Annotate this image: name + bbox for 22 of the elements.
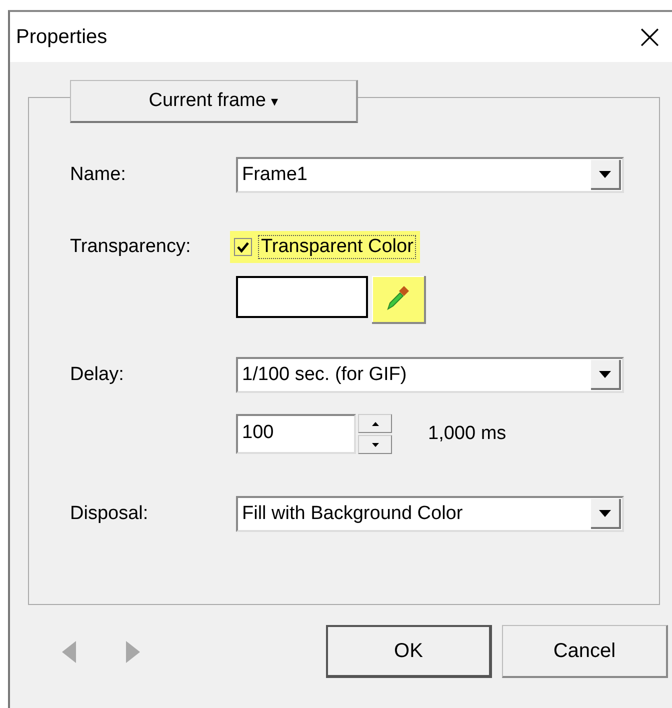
delay-input-field[interactable]: 100 [236, 414, 356, 454]
eyedropper-icon [384, 285, 410, 311]
cancel-button[interactable]: Cancel [502, 625, 668, 678]
field-label: Delay: [70, 364, 125, 386]
field-label: Disposal: [70, 503, 150, 525]
field-label: Transparency: [70, 236, 192, 258]
field-label: Name: [70, 164, 127, 186]
ok-button[interactable]: OK [326, 625, 492, 678]
dropdown-field[interactable]: 1/100 sec. (for GIF) [236, 357, 624, 393]
dropdown-field[interactable]: Frame1 [236, 157, 624, 193]
increment-button[interactable] [358, 414, 392, 433]
eyedropper-button[interactable] [372, 276, 426, 324]
window-title: Properties [16, 26, 108, 48]
down-arrow-icon [372, 442, 378, 446]
transparent-color-checkbox[interactable]: Transparent Color [230, 231, 420, 263]
dropdown-field[interactable]: Fill with Background Color [236, 496, 624, 532]
decrement-button[interactable] [358, 435, 392, 454]
up-arrow-icon [372, 422, 378, 426]
close-button[interactable]: × [636, 20, 664, 54]
current-frame-button[interactable]: Current frame ▾ [70, 80, 358, 123]
check-mark-icon [236, 240, 250, 254]
delay-reading: 1,000 ms [428, 423, 506, 445]
